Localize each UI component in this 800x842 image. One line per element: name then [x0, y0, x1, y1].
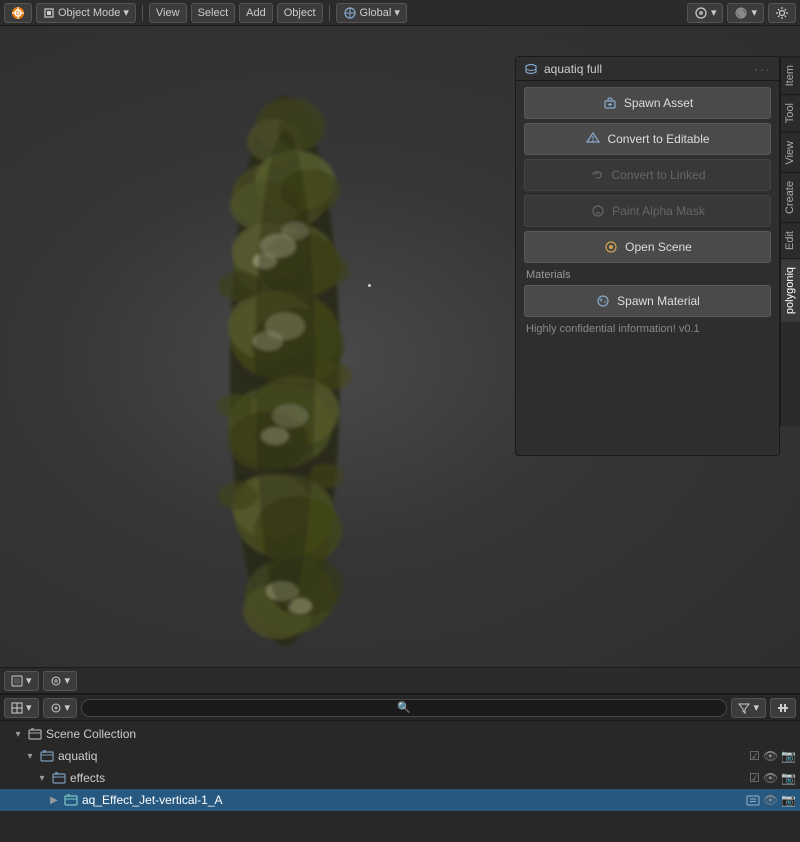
viewport-bottom-bar: ▾ ▾: [0, 667, 800, 693]
mode-icon: [50, 675, 62, 687]
tab-polygoniq[interactable]: polygoniq: [781, 258, 800, 322]
expand-arrow[interactable]: ▾: [12, 729, 24, 740]
aquatiq-expand-arrow[interactable]: ▾: [24, 751, 36, 762]
outliner-content: ▾ Scene Collection ▾ aquatiq: [0, 721, 800, 813]
aq-effect-label: aq_Effect_Jet-vertical-1_A: [82, 793, 742, 807]
effects-render[interactable]: 📷: [781, 771, 796, 785]
materials-section-label: Materials: [524, 267, 771, 281]
outliner-settings-btn[interactable]: [770, 698, 796, 718]
plant-object: [200, 86, 370, 656]
outliner-search[interactable]: 🔍: [81, 699, 727, 717]
separator-1: [142, 5, 143, 21]
outliner-panel: ▾ ▾ 🔍 ▾ ▾: [0, 693, 800, 842]
effects-label: effects: [70, 771, 745, 785]
effects-checkbox[interactable]: ☑: [749, 771, 760, 785]
panel-icon: [524, 62, 538, 76]
convert-linked-label: Convert to Linked: [611, 168, 705, 182]
spawn-asset-label: Spawn Asset: [624, 96, 693, 110]
viewport-mode-btn[interactable]: ▾: [43, 671, 78, 691]
transform-btn[interactable]: Global ▾: [336, 3, 407, 23]
effects-expand-arrow[interactable]: ▾: [36, 773, 48, 784]
settings-btn[interactable]: [768, 3, 796, 23]
tab-tool[interactable]: Tool: [781, 94, 800, 131]
blender-logo-btn[interactable]: [4, 3, 32, 23]
tab-edit[interactable]: Edit: [781, 222, 800, 258]
outliner-header: ▾ ▾ 🔍 ▾: [0, 695, 800, 721]
convert-linked-button[interactable]: Convert to Linked: [524, 159, 771, 191]
effects-icon: [52, 771, 66, 785]
viewport[interactable]: aquatiq full ··· Spawn Asset: [0, 26, 800, 693]
spawn-asset-button[interactable]: Spawn Asset: [524, 87, 771, 119]
outliner-scene-collection[interactable]: ▾ Scene Collection: [0, 723, 800, 745]
convert-editable-icon: [585, 131, 601, 147]
outliner-aq-effect[interactable]: ▶ aq_Effect_Jet-vertical-1_A 👁: [0, 789, 800, 811]
scene-collection-icon: [28, 727, 42, 741]
paint-alpha-icon: [590, 203, 606, 219]
overlay-btn[interactable]: ▾: [687, 3, 724, 23]
panel-options[interactable]: ···: [754, 61, 771, 77]
object-mode-btn[interactable]: Object Mode ▾: [36, 3, 136, 23]
outliner-display-btn[interactable]: ▾: [43, 698, 78, 718]
open-scene-button[interactable]: Open Scene: [524, 231, 771, 263]
view-menu-btn[interactable]: View: [149, 3, 187, 23]
separator-2: [329, 5, 330, 21]
effects-eye[interactable]: 👁: [763, 771, 778, 785]
shading-btn[interactable]: ▾: [727, 3, 764, 23]
panel-title: aquatiq full: [544, 62, 602, 76]
viewport-icon: [11, 675, 23, 687]
spawn-material-button[interactable]: Spawn Material: [524, 285, 771, 317]
aquatiq-label: aquatiq: [58, 749, 745, 763]
tab-view[interactable]: View: [781, 132, 800, 173]
tab-create[interactable]: Create: [781, 172, 800, 222]
paint-alpha-button[interactable]: Paint Alpha Mask: [524, 195, 771, 227]
aq-effect-visibility-icons: 👁 📷: [746, 793, 796, 807]
outliner-view-btn[interactable]: ▾: [4, 698, 39, 718]
top-toolbar: Object Mode ▾ View Select Add Object Glo…: [0, 0, 800, 26]
panel-header: aquatiq full ···: [516, 57, 779, 81]
spawn-asset-icon: [602, 95, 618, 111]
aquatiq-visibility-icons: ☑ 👁 📷: [749, 749, 796, 763]
convert-editable-label: Convert to Editable: [607, 132, 709, 146]
outliner-filter-btn[interactable]: ▾: [731, 698, 766, 718]
aq-effect-eye[interactable]: 👁: [763, 793, 778, 807]
select-menu-btn[interactable]: Select: [191, 3, 236, 23]
right-panel: aquatiq full ··· Spawn Asset: [515, 56, 780, 456]
convert-linked-icon: [589, 167, 605, 183]
aq-effect-extra-icon: [746, 793, 760, 807]
open-scene-icon: [603, 239, 619, 255]
panel-content: Spawn Asset Convert to Editable: [516, 81, 779, 343]
aquatiq-render[interactable]: 📷: [781, 749, 796, 763]
scene-collection-label: Scene Collection: [46, 727, 796, 741]
aquatiq-eye[interactable]: 👁: [763, 749, 778, 763]
outliner-effects[interactable]: ▾ effects ☑ 👁 📷: [0, 767, 800, 789]
aq-effect-arrow[interactable]: ▶: [48, 795, 60, 806]
open-scene-label: Open Scene: [625, 240, 692, 254]
add-menu-btn[interactable]: Add: [239, 3, 273, 23]
panel-info-text: Highly confidential information! v0.1: [524, 321, 771, 337]
effects-visibility-icons: ☑ 👁 📷: [749, 771, 796, 785]
aquatiq-checkbox[interactable]: ☑: [749, 749, 760, 763]
spawn-material-label: Spawn Material: [617, 294, 700, 308]
side-tabs: Item Tool View Create Edit polygoniq: [780, 56, 800, 426]
tab-item[interactable]: Item: [781, 56, 800, 94]
spawn-material-icon: [595, 293, 611, 309]
aq-effect-render[interactable]: 📷: [781, 793, 796, 807]
aq-effect-icon: [64, 793, 78, 807]
outliner-aquatiq[interactable]: ▾ aquatiq ☑ 👁 📷: [0, 745, 800, 767]
convert-editable-button[interactable]: Convert to Editable: [524, 123, 771, 155]
object-menu-btn[interactable]: Object: [277, 3, 323, 23]
viewport-view-btn[interactable]: ▾: [4, 671, 39, 691]
paint-alpha-label: Paint Alpha Mask: [612, 204, 705, 218]
aquatiq-icon: [40, 749, 54, 763]
